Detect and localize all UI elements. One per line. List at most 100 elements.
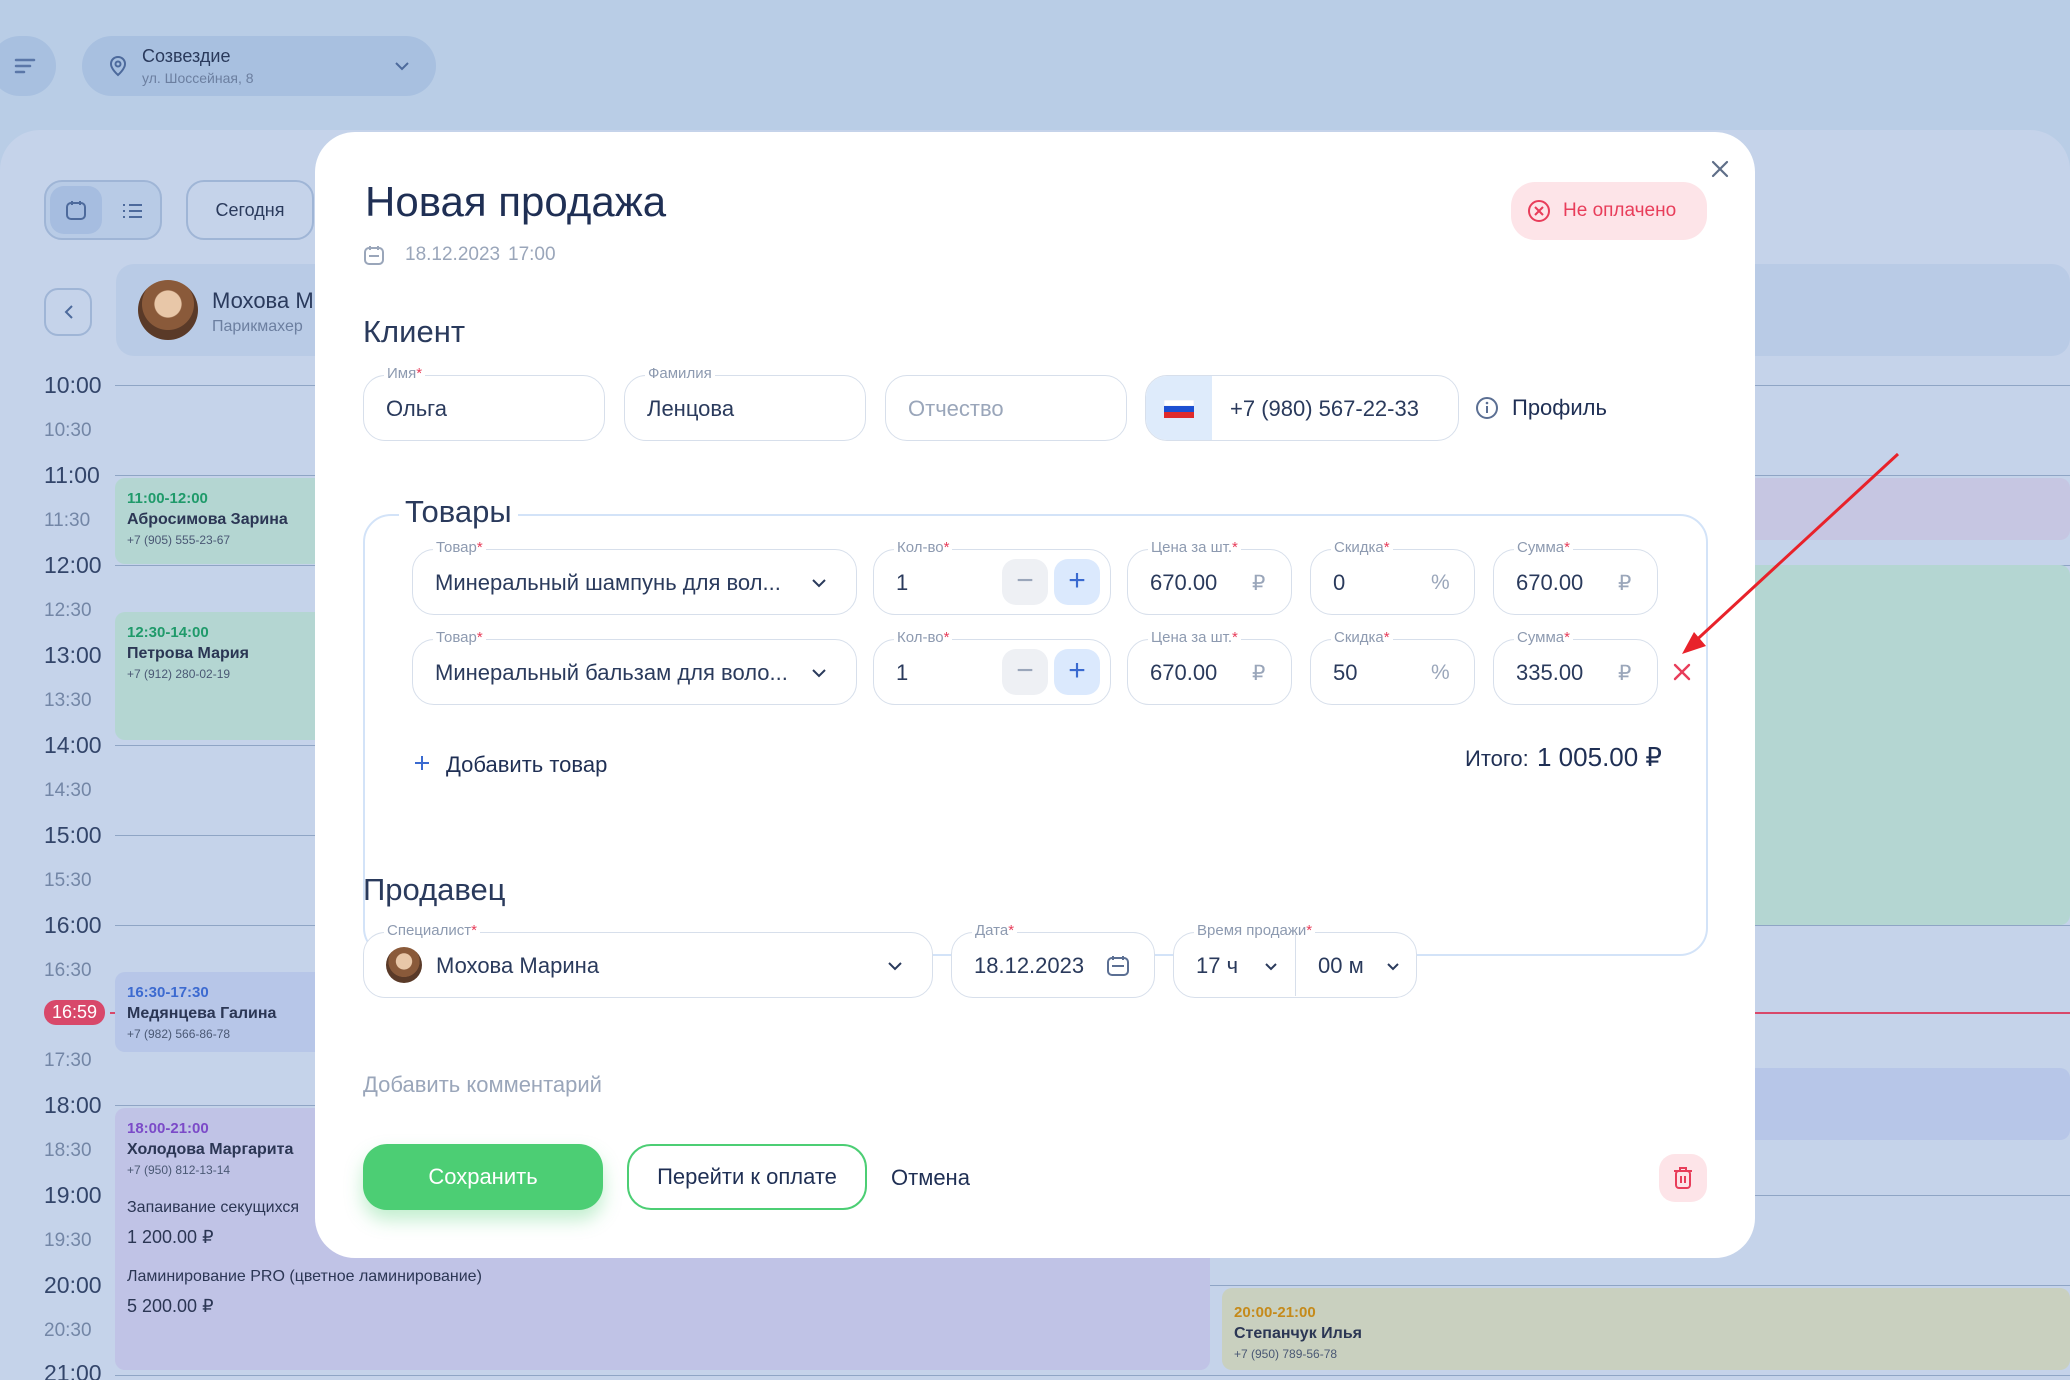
appointment-client: Степанчук Илья — [1234, 1325, 1362, 1342]
info-icon[interactable] — [1475, 396, 1499, 420]
quantity-stepper[interactable]: Кол-во* 1 − + — [873, 540, 1111, 615]
location-selector[interactable]: Созвездие ул. Шоссейная, 8 — [82, 36, 436, 96]
qty-value: 1 — [896, 570, 909, 595]
calendar-icon — [66, 201, 86, 220]
time-label: 13:30 — [44, 690, 92, 711]
sum-label: Сумма — [1517, 539, 1565, 556]
increment-button[interactable]: + — [1054, 649, 1100, 695]
total-value: 1 005.00 ₽ — [1537, 742, 1662, 772]
add-product-button[interactable]: Добавить товар — [446, 752, 607, 778]
sum-label: Сумма — [1517, 629, 1565, 646]
time-label: 16:30 — [44, 960, 92, 981]
country-selector[interactable] — [1146, 376, 1212, 440]
hours-select[interactable]: 17 ч — [1174, 933, 1296, 996]
today-button[interactable]: Сегодня — [186, 180, 314, 240]
sale-date: 18.12.2023 — [405, 244, 501, 265]
seller-section-title: Продавец — [363, 872, 506, 907]
time-label: 15:30 — [44, 870, 92, 891]
discount-label: Скидка — [1334, 539, 1384, 556]
minutes-select[interactable]: 00 м — [1296, 933, 1416, 996]
time-label: 19:30 — [44, 1230, 92, 1251]
russia-flag-icon — [1164, 400, 1194, 418]
current-time-badge: 16:59 — [44, 1000, 106, 1025]
currency-symbol: ₽ — [1252, 662, 1266, 685]
first-name-field[interactable]: Имя* Ольга — [363, 366, 605, 441]
time-label: 13:00 — [44, 642, 102, 668]
time-label: 17:30 — [44, 1050, 92, 1071]
chevron-down-icon — [812, 579, 826, 588]
delete-button[interactable] — [1659, 1154, 1707, 1202]
location-name: Созвездие — [142, 46, 231, 66]
go-to-payment-button[interactable]: Перейти к оплате — [627, 1144, 867, 1210]
decrement-button[interactable]: − — [1002, 559, 1048, 605]
time-label: 10:30 — [44, 420, 92, 441]
avatar — [138, 280, 198, 340]
view-toggle[interactable] — [44, 180, 162, 240]
product-value: Минеральный шампунь для вол... — [435, 570, 781, 595]
decrement-button[interactable]: − — [1002, 649, 1048, 695]
save-button[interactable]: Сохранить — [363, 1144, 603, 1210]
time-label: 11:30 — [44, 510, 91, 531]
sum-field[interactable]: Сумма* 335.00 ₽ — [1493, 630, 1658, 705]
appointment-service: Ламинирование PRO (цветное ламинирование… — [127, 1268, 482, 1285]
time-label: 18:30 — [44, 1140, 92, 1161]
add-comment-link[interactable]: Добавить комментарий — [363, 1072, 602, 1098]
product-select[interactable]: Товар* Минеральный бальзам для воло... — [412, 630, 857, 705]
appointment-card[interactable]: 20:00-21:00 Степанчук Илья +7 (950) 789-… — [1222, 1288, 2070, 1370]
remove-row-icon[interactable] — [1672, 662, 1692, 682]
discount-value: 50 — [1333, 660, 1358, 685]
date-value: 18.12.2023 — [974, 953, 1085, 978]
date-field[interactable]: Дата* 18.12.2023 — [951, 923, 1155, 998]
quantity-stepper[interactable]: Кол-во* 1 − + — [873, 630, 1111, 705]
list-icon[interactable] — [122, 201, 144, 221]
calendar-view-button[interactable] — [50, 186, 102, 234]
percent-symbol: % — [1431, 571, 1450, 594]
close-icon[interactable] — [1709, 158, 1731, 180]
increment-button[interactable]: + — [1054, 559, 1100, 605]
middle-name-field[interactable]: Отчество — [885, 375, 1127, 441]
avatar — [386, 947, 422, 983]
hours-value: 17 ч — [1196, 953, 1239, 978]
sum-field[interactable]: Сумма* 670.00 ₽ — [1493, 540, 1658, 615]
first-name-value: Ольга — [386, 396, 447, 421]
middle-name-placeholder: Отчество — [908, 396, 1004, 421]
close-circle-icon — [1528, 200, 1550, 222]
menu-button[interactable] — [0, 36, 56, 96]
chevron-down-icon — [1387, 963, 1399, 971]
chevron-down-icon — [812, 669, 826, 678]
discount-field[interactable]: Скидка* 0 % — [1310, 540, 1475, 615]
prev-button[interactable] — [44, 288, 92, 336]
time-label: 12:00 — [44, 552, 102, 578]
product-select[interactable]: Товар* Минеральный шампунь для вол... — [412, 540, 857, 615]
discount-field[interactable]: Скидка* 50 % — [1310, 630, 1475, 705]
sum-value: 670.00 — [1516, 570, 1584, 595]
specialist-select[interactable]: Специалист* Мохова Марина — [363, 923, 933, 998]
calendar-icon[interactable] — [1106, 954, 1130, 978]
time-label: 14:00 — [44, 732, 102, 758]
specialist-label: Специалист — [387, 922, 472, 939]
time-label: 15:00 — [44, 822, 102, 848]
time-label: 12:30 — [44, 600, 92, 621]
total-label: Итого: — [1465, 746, 1529, 771]
qty-label: Кол-во — [897, 539, 944, 556]
cancel-button[interactable]: Отмена — [891, 1165, 970, 1191]
price-value: 670.00 — [1150, 660, 1218, 685]
phone-field[interactable]: +7 (980) 567-22-33 — [1145, 375, 1459, 441]
last-name-value: Ленцова — [647, 396, 735, 421]
product-label: Товар — [436, 539, 477, 556]
qty-value: 1 — [896, 660, 909, 685]
sale-time-field[interactable]: Время продажи* 17 ч 00 м — [1173, 923, 1417, 998]
currency-symbol: ₽ — [1618, 572, 1632, 595]
appointment-price: 5 200.00 ₽ — [127, 1296, 214, 1316]
sum-value: 335.00 — [1516, 660, 1584, 685]
price-field[interactable]: Цена за шт.* 670.00 ₽ — [1127, 630, 1292, 705]
price-field[interactable]: Цена за шт.* 670.00 ₽ — [1127, 540, 1292, 615]
product-value: Минеральный бальзам для воло... — [435, 660, 788, 685]
chevron-down-icon — [395, 62, 409, 71]
specialist-value: Мохова Марина — [436, 953, 600, 978]
minutes-value: 00 м — [1318, 953, 1364, 978]
time-label: 21:00 — [44, 1360, 102, 1380]
profile-link[interactable]: Профиль — [1512, 395, 1607, 421]
annotation-arrow-icon — [1682, 452, 1900, 654]
last-name-field[interactable]: Фамилия Ленцова — [624, 366, 866, 441]
